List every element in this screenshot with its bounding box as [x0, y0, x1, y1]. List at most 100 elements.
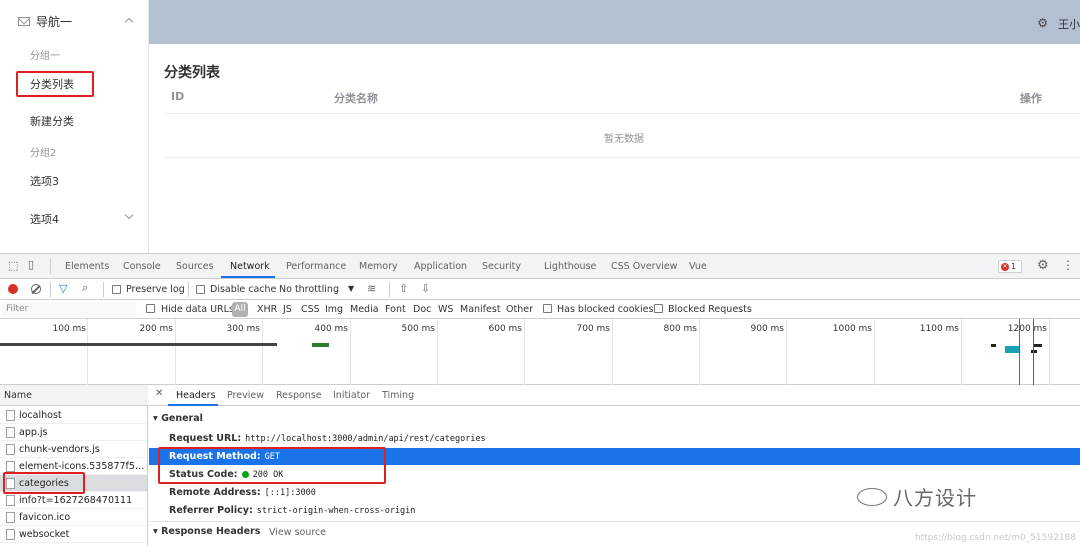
filter-type-other[interactable]: Other — [506, 304, 533, 315]
filter-type-all[interactable]: All — [232, 302, 248, 317]
user-name[interactable]: 王小 — [1058, 16, 1080, 32]
request-name: localhost — [19, 410, 62, 421]
filter-type-font[interactable]: Font — [385, 304, 406, 315]
active-tab-indicator — [168, 404, 218, 406]
file-icon — [6, 529, 15, 540]
filter-type-css[interactable]: CSS — [301, 304, 320, 315]
tab-application[interactable]: Application — [414, 261, 467, 272]
has-blocked-cookies-checkbox[interactable] — [543, 304, 552, 313]
submenu-nav-1[interactable]: 导航一 — [0, 0, 148, 42]
tab-console[interactable]: Console — [123, 261, 161, 272]
separator — [188, 282, 189, 297]
filter-input[interactable]: Filter — [2, 302, 136, 317]
request-name: websocket — [19, 529, 70, 540]
preserve-log-checkbox[interactable] — [112, 285, 121, 294]
timeline-tick: 800 ms — [663, 324, 698, 334]
gear-icon[interactable]: ⚙ — [1037, 258, 1049, 273]
filter-type-ws[interactable]: WS — [438, 304, 453, 315]
filter-type-doc[interactable]: Doc — [413, 304, 431, 315]
device-toolbar-icon[interactable]: ▯ — [28, 258, 34, 271]
tab-timing[interactable]: Timing — [382, 390, 414, 401]
gridline — [961, 319, 962, 385]
tab-sources[interactable]: Sources — [176, 261, 214, 272]
timeline-tick: 100 ms — [52, 324, 87, 334]
general-section-header[interactable]: ▾ General — [153, 413, 203, 424]
gridline — [1049, 319, 1050, 385]
view-source-link[interactable]: View source — [269, 527, 326, 538]
tab-response[interactable]: Response — [276, 390, 322, 401]
error-count-badge[interactable]: ✕ 1 — [998, 260, 1022, 273]
devtools-tab-bar: ⬚ ▯ Elements Console Sources Network Per… — [0, 254, 1080, 279]
separator — [50, 282, 51, 297]
tab-initiator[interactable]: Initiator — [333, 390, 370, 401]
network-conditions-icon[interactable]: ≋ — [367, 282, 376, 295]
page-title: 分类列表 — [164, 65, 220, 81]
tab-memory[interactable]: Memory — [359, 261, 398, 272]
timeline-tick: 1000 ms — [832, 324, 872, 334]
gridline — [175, 319, 176, 385]
network-overview-timeline[interactable]: 100 ms 200 ms 300 ms 400 ms 500 ms 600 m… — [0, 319, 1080, 385]
blocked-requests-checkbox[interactable] — [654, 304, 663, 313]
gear-icon[interactable]: ⚙ — [1037, 16, 1048, 30]
clear-icon[interactable] — [31, 284, 41, 294]
request-row[interactable]: info?t=1627268470111 — [0, 492, 147, 509]
tab-preview[interactable]: Preview — [227, 390, 264, 401]
filter-type-media[interactable]: Media — [350, 304, 379, 315]
request-list: Name localhost app.js chunk-vendors.js e… — [0, 385, 148, 546]
tab-elements[interactable]: Elements — [65, 261, 109, 272]
menu-item-option3[interactable]: 选项3 — [30, 173, 59, 189]
file-icon — [6, 495, 15, 506]
timeline-tick: 700 ms — [576, 324, 611, 334]
export-har-icon[interactable]: ⇩ — [421, 282, 430, 295]
request-row[interactable]: favicon.ico — [0, 509, 147, 526]
timeline-request-bar — [1034, 344, 1042, 347]
tab-lighthouse[interactable]: Lighthouse — [544, 261, 596, 272]
header-value: strict-origin-when-cross-origin — [256, 506, 416, 516]
hide-data-urls-label: Hide data URLs — [161, 304, 234, 315]
network-filter-bar: Filter Hide data URLs All XHR JS CSS Img… — [0, 300, 1080, 319]
filter-type-img[interactable]: Img — [325, 304, 343, 315]
disable-cache-checkbox[interactable] — [196, 285, 205, 294]
header-key: Request URL: — [169, 433, 242, 444]
record-icon[interactable] — [8, 284, 18, 294]
header-value: [::1]:3000 — [264, 488, 316, 498]
annotation-highlight-box — [158, 447, 386, 484]
network-requests-area: Name localhost app.js chunk-vendors.js e… — [0, 385, 1080, 546]
inspect-element-icon[interactable]: ⬚ — [8, 259, 18, 272]
devtools-panel: ⬚ ▯ Elements Console Sources Network Per… — [0, 253, 1080, 546]
file-icon — [6, 444, 15, 455]
filter-icon[interactable]: ▽ — [59, 282, 67, 295]
tab-headers[interactable]: Headers — [176, 390, 216, 401]
search-icon[interactable]: ⌕ — [82, 281, 88, 295]
request-name: info?t=1627268470111 — [19, 495, 133, 506]
request-row[interactable]: localhost — [0, 407, 147, 424]
request-row[interactable]: websocket — [0, 526, 147, 543]
import-har-icon[interactable]: ⇧ — [399, 282, 408, 295]
annotation-highlight-box — [3, 472, 85, 494]
request-name: app.js — [19, 427, 48, 438]
hide-data-urls-checkbox[interactable] — [146, 304, 155, 313]
tab-vue[interactable]: Vue — [689, 261, 707, 272]
more-options-icon[interactable]: ⋮ — [1062, 258, 1074, 272]
request-row[interactable]: app.js — [0, 424, 147, 441]
load-event-line — [1033, 319, 1034, 385]
column-header-name: 分类名称 — [334, 92, 378, 105]
throttling-select[interactable]: No throttling — [279, 284, 339, 295]
response-headers-section-header[interactable]: ▾ Response Headers — [153, 526, 260, 537]
file-icon — [6, 461, 15, 472]
menu-item-new-category[interactable]: 新建分类 — [30, 113, 74, 129]
separator — [50, 258, 51, 274]
tab-css-overview[interactable]: CSS Overview — [611, 261, 677, 272]
close-icon[interactable]: ✕ — [155, 388, 163, 399]
menu-group-title: 分组2 — [30, 148, 57, 159]
tab-performance[interactable]: Performance — [286, 261, 346, 272]
submenu-option4[interactable]: 选项4 — [30, 211, 59, 227]
request-row[interactable]: chunk-vendors.js — [0, 441, 147, 458]
tab-security[interactable]: Security — [482, 261, 521, 272]
name-column-header[interactable]: Name — [0, 385, 148, 406]
filter-type-manifest[interactable]: Manifest — [460, 304, 501, 315]
filter-type-js[interactable]: JS — [283, 304, 292, 315]
tab-network[interactable]: Network — [230, 261, 270, 272]
filter-type-xhr[interactable]: XHR — [257, 304, 277, 315]
gridline — [262, 319, 263, 385]
